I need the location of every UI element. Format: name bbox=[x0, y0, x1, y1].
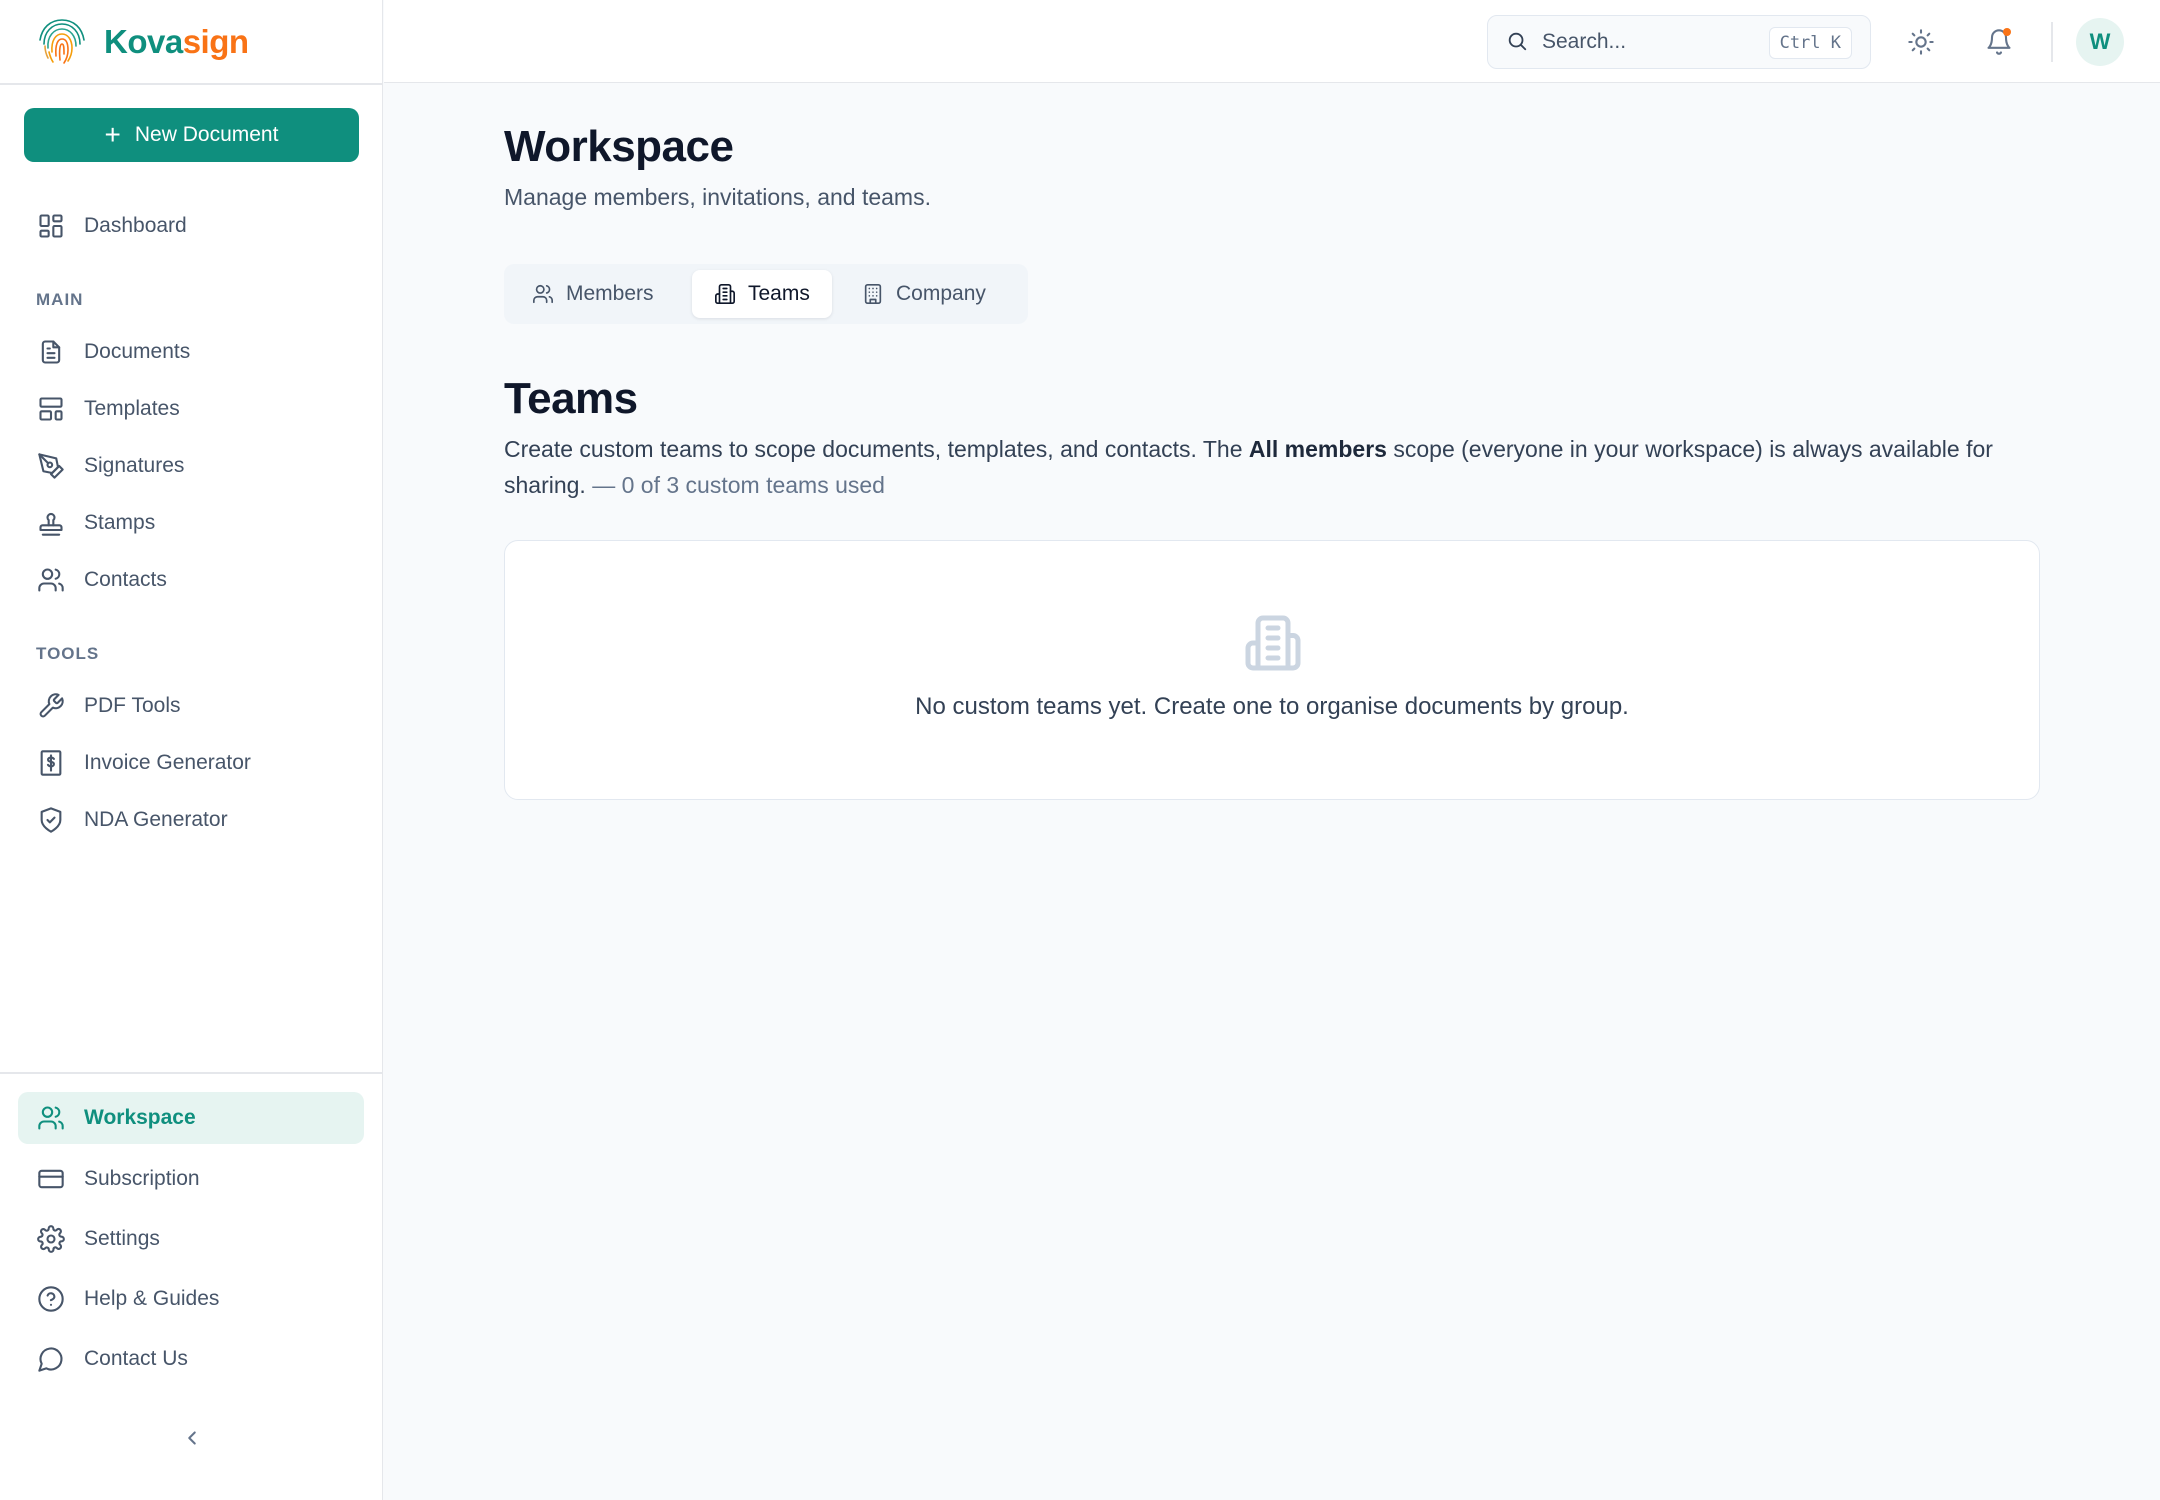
search-shortcut-hint: Ctrl K bbox=[1768, 27, 1852, 59]
brand-name-part2: sign bbox=[182, 23, 249, 60]
brand-logo[interactable]: Kovasign bbox=[34, 14, 249, 70]
topbar-divider bbox=[2051, 22, 2053, 62]
sidebar-item-label: Signatures bbox=[84, 454, 185, 477]
sidebar-item-pdf-tools[interactable]: PDF Tools bbox=[18, 680, 364, 732]
sidebar-item-signatures[interactable]: Signatures bbox=[18, 440, 364, 492]
section-desc-text: Create custom teams to scope documents, … bbox=[504, 436, 1249, 462]
sidebar-top-divider bbox=[0, 83, 383, 85]
tab-label: Members bbox=[566, 282, 654, 305]
sidebar-item-contacts[interactable]: Contacts bbox=[18, 554, 364, 606]
sidebar-bottom-divider bbox=[0, 1072, 383, 1074]
sidebar-item-nda-generator[interactable]: NDA Generator bbox=[18, 794, 364, 846]
tab-teams[interactable]: Teams bbox=[692, 270, 832, 318]
tab-company[interactable]: Company bbox=[840, 270, 1008, 318]
page-subtitle: Manage members, invitations, and teams. bbox=[504, 184, 931, 210]
page-title: Workspace bbox=[504, 122, 734, 171]
notifications-button[interactable] bbox=[1979, 22, 2019, 62]
search-icon bbox=[1506, 30, 1530, 54]
sidebar-item-label: Help & Guides bbox=[84, 1287, 220, 1310]
sidebar-item-templates[interactable]: Templates bbox=[18, 383, 364, 435]
shield-check-icon bbox=[36, 805, 66, 835]
sidebar-item-label: Documents bbox=[84, 340, 191, 363]
office-icon bbox=[864, 284, 882, 304]
workspace-tabs: Members Teams Company bbox=[504, 264, 1028, 324]
stamp-icon bbox=[36, 508, 66, 538]
sidebar: Kovasign + New Document Dashboard MAIN D… bbox=[0, 0, 383, 1500]
avatar[interactable]: W bbox=[2076, 18, 2124, 66]
users-icon bbox=[36, 1103, 66, 1133]
section-desc-bold: All members bbox=[1248, 436, 1387, 462]
sidebar-item-label: PDF Tools bbox=[84, 694, 181, 717]
new-document-label: New Document bbox=[134, 123, 279, 146]
credit-card-icon bbox=[36, 1164, 66, 1194]
sidebar-item-settings[interactable]: Settings bbox=[18, 1213, 364, 1265]
sidebar-item-label: Contacts bbox=[84, 568, 167, 591]
sidebar-item-documents[interactable]: Documents bbox=[18, 326, 364, 378]
teams-quota: — 0 of 3 custom teams used bbox=[585, 472, 885, 498]
sidebar-item-stamps[interactable]: Stamps bbox=[18, 497, 364, 549]
search-input[interactable] bbox=[1542, 30, 1752, 54]
sidebar-item-label: Dashboard bbox=[84, 214, 187, 237]
theme-toggle-button[interactable] bbox=[1901, 22, 1941, 62]
document-icon bbox=[36, 337, 66, 367]
chat-bubble-icon bbox=[36, 1344, 66, 1374]
dashboard-icon bbox=[36, 211, 66, 241]
users-icon bbox=[36, 565, 66, 595]
sidebar-item-label: Contact Us bbox=[84, 1347, 188, 1370]
top-bar: Ctrl K W bbox=[384, 0, 2160, 83]
sidebar-item-label: Templates bbox=[84, 397, 180, 420]
teams-empty-state: No custom teams yet. Create one to organ… bbox=[504, 540, 2040, 800]
sun-icon bbox=[1908, 29, 1934, 55]
users-icon bbox=[533, 284, 553, 304]
empty-state-message: No custom teams yet. Create one to organ… bbox=[915, 693, 1629, 720]
sidebar-item-label: Workspace bbox=[84, 1106, 196, 1129]
notification-dot bbox=[2003, 28, 2011, 36]
section-title: Teams bbox=[504, 374, 638, 423]
template-icon bbox=[36, 394, 66, 424]
gear-icon bbox=[36, 1224, 66, 1254]
sidebar-item-label: Subscription bbox=[84, 1167, 200, 1190]
chevron-left-icon bbox=[188, 1431, 196, 1445]
collapse-sidebar-button[interactable] bbox=[176, 1422, 208, 1454]
sidebar-item-workspace[interactable]: Workspace bbox=[18, 1092, 364, 1144]
help-circle-icon bbox=[36, 1284, 66, 1314]
sidebar-item-label: Stamps bbox=[84, 511, 156, 534]
tab-label: Company bbox=[896, 282, 986, 305]
sidebar-item-label: Settings bbox=[84, 1227, 160, 1250]
tab-label: Teams bbox=[748, 282, 810, 305]
building-icon bbox=[715, 284, 735, 304]
brand-name-part1: Kova bbox=[104, 23, 183, 60]
tab-members[interactable]: Members bbox=[510, 270, 676, 318]
building-icon bbox=[1243, 613, 1303, 673]
wrench-icon bbox=[36, 691, 66, 721]
sidebar-item-label: NDA Generator bbox=[84, 808, 228, 831]
pen-icon bbox=[36, 451, 66, 481]
sidebar-item-subscription[interactable]: Subscription bbox=[18, 1153, 364, 1205]
new-document-button[interactable]: + New Document bbox=[24, 108, 359, 162]
section-label-main: MAIN bbox=[36, 290, 84, 309]
search-box[interactable]: Ctrl K bbox=[1487, 15, 1871, 69]
brand-name: Kovasign bbox=[104, 23, 249, 61]
plus-icon: + bbox=[104, 119, 121, 150]
sidebar-item-invoice-generator[interactable]: Invoice Generator bbox=[18, 737, 364, 789]
sidebar-item-label: Invoice Generator bbox=[84, 751, 251, 774]
fingerprint-logo-icon bbox=[39, 19, 85, 64]
section-label-tools: TOOLS bbox=[36, 644, 100, 663]
sidebar-item-help-guides[interactable]: Help & Guides bbox=[18, 1273, 364, 1325]
receipt-icon bbox=[36, 748, 66, 778]
sidebar-item-contact-us[interactable]: Contact Us bbox=[18, 1333, 364, 1385]
section-description: Create custom teams to scope documents, … bbox=[504, 431, 2044, 503]
sidebar-item-dashboard[interactable]: Dashboard bbox=[18, 200, 364, 252]
